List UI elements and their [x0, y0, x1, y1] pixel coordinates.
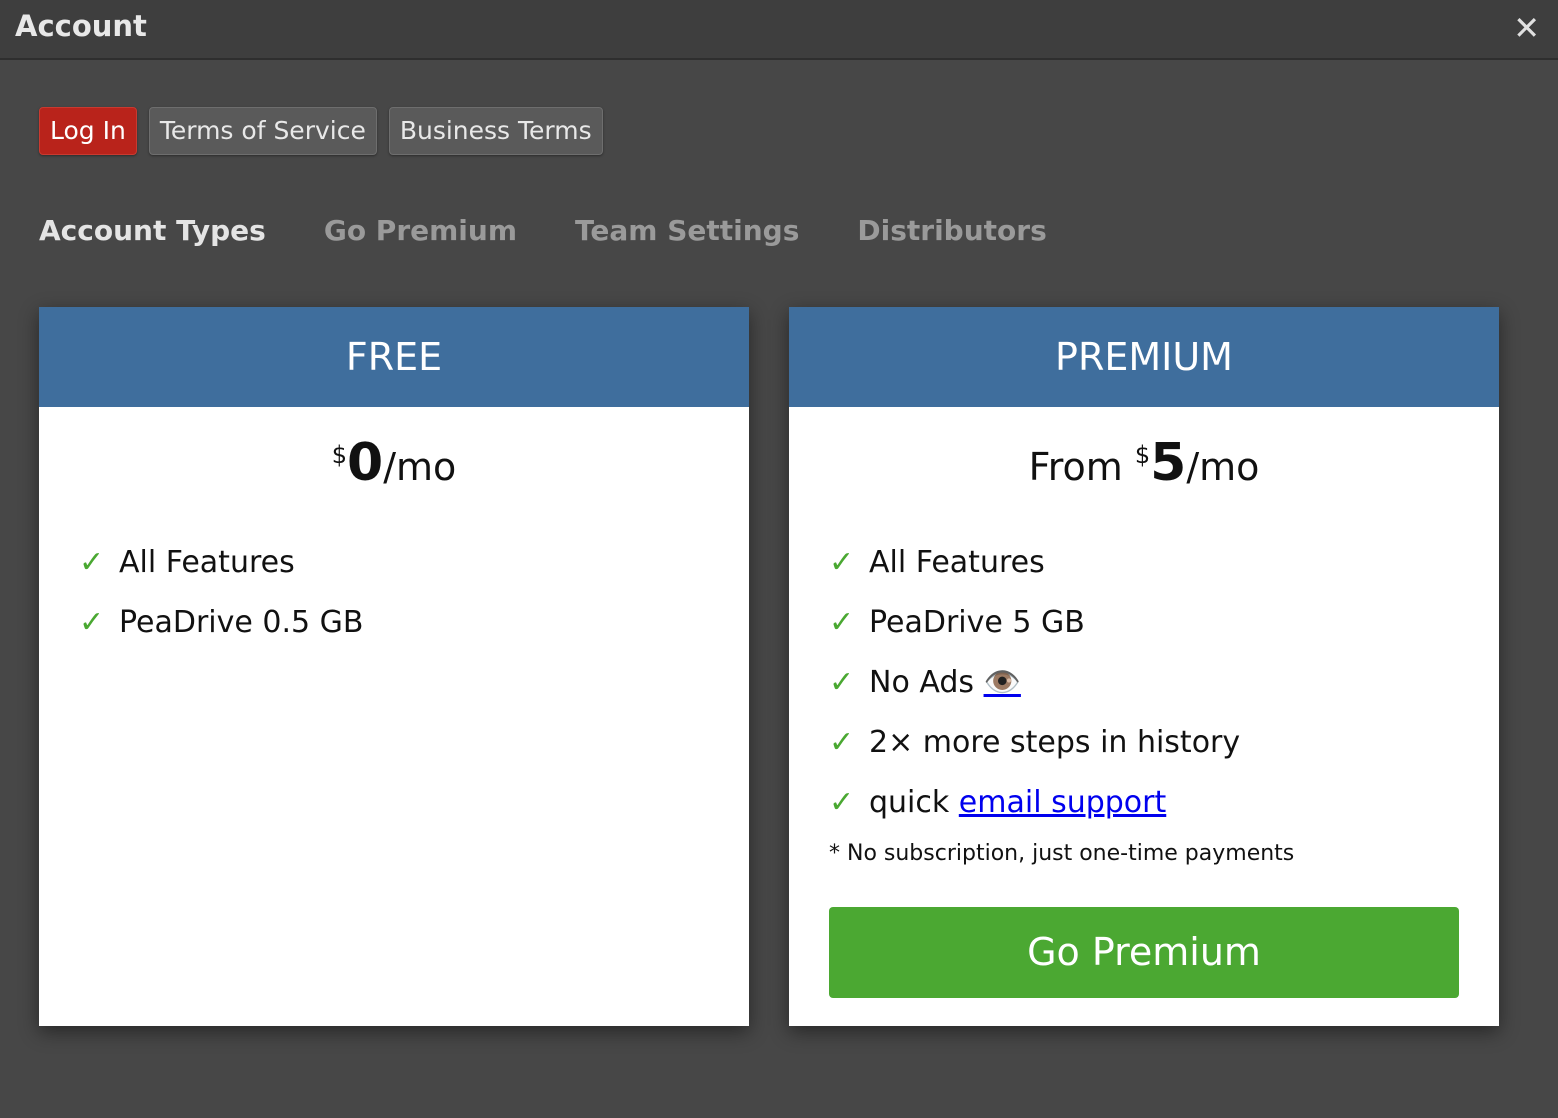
check-icon: ✓	[79, 605, 105, 640]
currency-symbol: $	[1134, 441, 1151, 469]
list-item: ✓ 2× more steps in history	[829, 725, 1499, 785]
list-item: ✓ quick email support	[829, 785, 1499, 845]
tab-team-settings[interactable]: Team Settings	[575, 214, 799, 247]
eye-icon[interactable]: 👁️	[984, 665, 1021, 701]
list-item: ✓ All Features	[829, 545, 1499, 605]
check-icon: ✓	[829, 665, 855, 700]
list-item: ✓ All Features	[79, 545, 749, 605]
list-item: ✓ PeaDrive 5 GB	[829, 605, 1499, 665]
premium-plan-card: PREMIUM From $5/mo ✓ All Features ✓ PeaDri…	[789, 307, 1499, 1026]
email-support-link[interactable]: email support	[959, 785, 1166, 821]
tab-go-premium[interactable]: Go Premium	[324, 214, 517, 247]
feature-label: PeaDrive 0.5 GB	[119, 605, 364, 640]
feature-label: 2× more steps in history	[869, 725, 1241, 760]
login-button[interactable]: Log In	[39, 107, 137, 155]
premium-plan-price: From $5/mo	[789, 433, 1499, 503]
business-terms-button[interactable]: Business Terms	[388, 107, 603, 155]
window-title: Account	[15, 9, 147, 43]
title-bar: Account ✕	[0, 0, 1558, 60]
feature-label: No Ads	[869, 665, 974, 700]
premium-plan-header: PREMIUM	[789, 307, 1499, 407]
go-premium-button[interactable]: Go Premium	[829, 907, 1459, 998]
premium-feature-list: ✓ All Features ✓ PeaDrive 5 GB ✓ No Ads 👁️ …	[829, 545, 1499, 845]
price-prefix: From	[1028, 445, 1135, 489]
tab-bar: Account Types Go Premium Team Settings D…	[39, 214, 1047, 247]
tab-distributors[interactable]: Distributors	[857, 214, 1046, 247]
check-icon: ✓	[79, 545, 105, 580]
free-plan-price: $0/mo	[39, 433, 749, 503]
list-item: ✓ PeaDrive 0.5 GB	[79, 605, 749, 665]
free-plan-header: FREE	[39, 307, 749, 407]
feature-label: quick	[869, 785, 959, 820]
feature-label: PeaDrive 5 GB	[869, 605, 1085, 640]
terms-of-service-button[interactable]: Terms of Service	[148, 107, 377, 155]
currency-symbol: $	[331, 441, 347, 469]
check-icon: ✓	[829, 785, 855, 820]
price-period: /mo	[1186, 445, 1260, 489]
check-icon: ✓	[829, 725, 855, 760]
check-icon: ✓	[829, 605, 855, 640]
price-amount: 5	[1150, 433, 1187, 493]
feature-label: All Features	[119, 545, 295, 580]
price-amount: 0	[347, 433, 384, 493]
free-plan-card: FREE $0/mo ✓ All Features ✓ PeaDrive 0.5 G…	[39, 307, 749, 1026]
tab-account-types[interactable]: Account Types	[39, 214, 266, 247]
free-feature-list: ✓ All Features ✓ PeaDrive 0.5 GB	[79, 545, 749, 665]
payment-note: * No subscription, just one-time payment…	[829, 841, 1295, 866]
list-item: ✓ No Ads 👁️	[829, 665, 1499, 725]
close-icon[interactable]: ✕	[1513, 8, 1540, 48]
price-period: /mo	[383, 445, 457, 489]
check-icon: ✓	[829, 545, 855, 580]
feature-label: All Features	[869, 545, 1045, 580]
account-button-row: Log In Terms of Service Business Terms	[39, 107, 603, 155]
